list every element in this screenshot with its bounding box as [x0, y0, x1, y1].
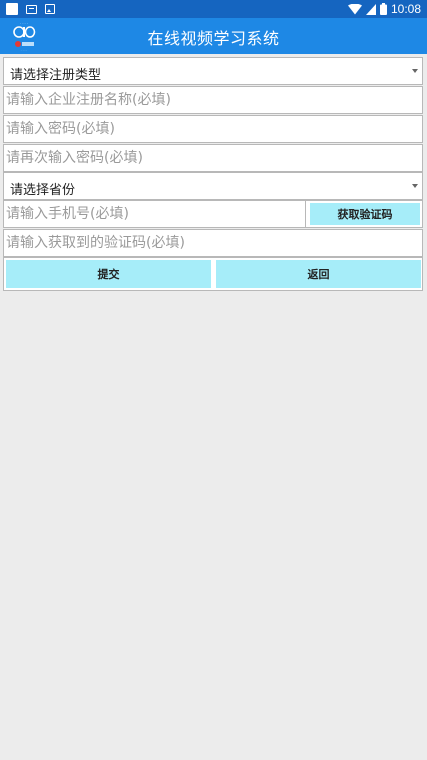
status-bar-notifications [6, 3, 55, 15]
back-button[interactable]: 返回 [216, 260, 421, 288]
signal-icon [365, 3, 376, 15]
confirm-password-input[interactable] [4, 145, 422, 171]
action-buttons-row: 提交 返回 [3, 257, 423, 291]
password-input[interactable] [4, 116, 422, 142]
registration-type-value: 请选择注册类型 [10, 68, 102, 83]
province-select[interactable]: 请选择省份 [3, 172, 423, 200]
status-bar-system: 10:08 [347, 2, 421, 16]
confirm-password-row [3, 144, 423, 172]
status-bar: 10:08 [0, 0, 427, 18]
wifi-icon [347, 3, 362, 14]
company-name-row [3, 86, 423, 114]
image-icon [45, 4, 55, 14]
clock: 10:08 [390, 2, 421, 16]
notification-square-icon [6, 3, 18, 15]
phone-input[interactable] [4, 201, 306, 227]
message-icon [26, 4, 37, 14]
battery-icon [379, 3, 387, 15]
dropdown-arrow-icon [412, 184, 418, 188]
verification-code-row [3, 229, 423, 257]
app-bar: · · · · · · · · 在线视频学习系统 [0, 18, 427, 54]
submit-button[interactable]: 提交 [6, 260, 211, 288]
get-code-button[interactable]: 获取验证码 [310, 203, 420, 225]
page-title: 在线视频学习系统 [147, 29, 280, 48]
company-name-input[interactable] [4, 87, 422, 113]
province-value: 请选择省份 [10, 183, 76, 198]
password-row [3, 115, 423, 143]
registration-type-select[interactable]: 请选择注册类型 [3, 57, 423, 85]
verification-code-input[interactable] [4, 230, 422, 256]
phone-row: 获取验证码 [3, 200, 423, 228]
dropdown-arrow-icon [412, 69, 418, 73]
